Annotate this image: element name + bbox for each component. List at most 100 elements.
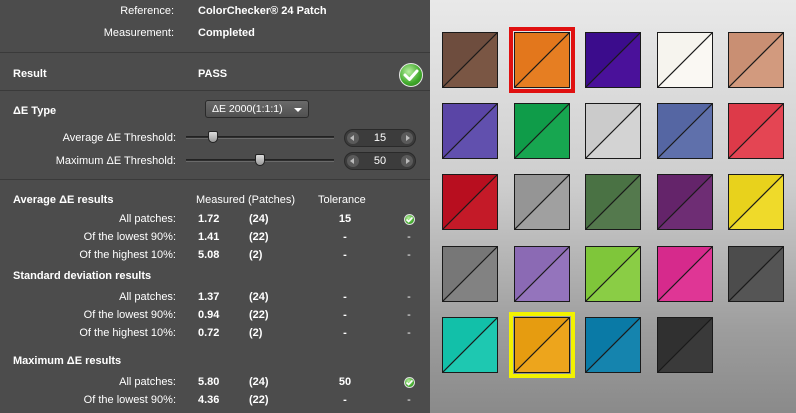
- status-check-icon: [404, 377, 415, 388]
- row-measured-value: 0.94: [198, 309, 220, 321]
- patch-diagonal: [586, 104, 640, 158]
- row-label: Of the lowest 90%:: [83, 231, 176, 243]
- max-threshold-value: 50: [373, 155, 387, 167]
- patch-diagonal: [586, 247, 640, 301]
- row-label: Of the lowest 90%:: [83, 309, 176, 321]
- increment-icon[interactable]: [401, 155, 413, 167]
- max-threshold-label: Maximum ΔE Threshold:: [55, 155, 176, 167]
- patch-diagonal: [729, 175, 783, 229]
- patch-diagonal: [658, 247, 712, 301]
- max-threshold-spinner[interactable]: 50: [344, 152, 416, 170]
- patch-diagonal: [515, 104, 569, 158]
- decrement-icon[interactable]: [347, 132, 359, 144]
- section-title: Standard deviation results: [13, 270, 152, 282]
- patch-diagonal: [658, 175, 712, 229]
- row-status: -: [407, 231, 411, 243]
- color-patch[interactable]: [514, 103, 570, 159]
- row-measured-value: 5.08: [198, 249, 220, 261]
- color-patch[interactable]: [728, 32, 784, 88]
- row-tolerance: -: [343, 291, 347, 303]
- divider: [0, 90, 430, 91]
- row-tolerance: -: [343, 249, 347, 261]
- color-patch[interactable]: [657, 317, 713, 373]
- results-panel: Reference: ColorChecker® 24 Patch Measur…: [0, 0, 430, 413]
- patch-diagonal: [515, 33, 569, 87]
- row-tolerance: 15: [338, 213, 352, 225]
- color-patch-grid: [430, 0, 796, 413]
- color-patch[interactable]: [442, 174, 498, 230]
- slider-thumb[interactable]: [255, 154, 265, 166]
- patch-diagonal: [729, 33, 783, 87]
- color-patch[interactable]: [514, 32, 570, 88]
- patch-diagonal: [515, 247, 569, 301]
- reference-label: Reference:: [120, 5, 174, 17]
- delta-e-type-dropdown[interactable]: ΔE 2000(1:1:1): [205, 100, 309, 118]
- patch-diagonal: [658, 33, 712, 87]
- color-patch[interactable]: [442, 103, 498, 159]
- measurement-label: Measurement:: [103, 27, 174, 39]
- color-patch[interactable]: [514, 317, 570, 373]
- color-patch[interactable]: [585, 32, 641, 88]
- row-tolerance: -: [343, 394, 347, 406]
- section-title: Average ΔE results: [13, 194, 114, 206]
- row-label: Of the lowest 90%:: [83, 394, 176, 406]
- patch-diagonal: [658, 318, 712, 372]
- divider: [0, 52, 430, 53]
- color-patch[interactable]: [442, 317, 498, 373]
- patch-diagonal: [443, 318, 497, 372]
- row-measured-value: 5.80: [198, 376, 220, 388]
- patch-diagonal: [729, 104, 783, 158]
- color-patch[interactable]: [442, 32, 498, 88]
- row-label: All patches:: [119, 291, 176, 303]
- row-label: All patches:: [119, 213, 176, 225]
- color-patch[interactable]: [657, 103, 713, 159]
- color-patch[interactable]: [585, 174, 641, 230]
- row-label: Of the highest 10%:: [79, 327, 176, 339]
- row-tolerance: 50: [338, 376, 352, 388]
- color-patch[interactable]: [514, 246, 570, 302]
- increment-icon[interactable]: [401, 132, 413, 144]
- patch-diagonal: [586, 318, 640, 372]
- row-measured-value: 1.41: [198, 231, 220, 243]
- row-measured-value: 1.72: [198, 213, 220, 225]
- result-label: Result: [13, 68, 47, 80]
- patch-diagonal: [443, 104, 497, 158]
- color-patch[interactable]: [585, 246, 641, 302]
- reference-value: ColorChecker® 24 Patch: [198, 5, 327, 17]
- patch-diagonal: [515, 318, 569, 372]
- row-patch-count: (22): [249, 231, 269, 243]
- row-status: -: [407, 394, 411, 406]
- delta-e-type-selected: ΔE 2000(1:1:1): [212, 103, 283, 115]
- row-tolerance: -: [343, 309, 347, 321]
- row-status: -: [407, 327, 411, 339]
- patch-diagonal: [515, 175, 569, 229]
- avg-threshold-value: 15: [373, 132, 387, 144]
- color-patch[interactable]: [585, 103, 641, 159]
- color-patch[interactable]: [728, 246, 784, 302]
- avg-threshold-spinner[interactable]: 15: [344, 129, 416, 147]
- row-label: All patches:: [119, 376, 176, 388]
- row-label: Of the highest 10%:: [79, 249, 176, 261]
- patch-diagonal: [443, 33, 497, 87]
- row-status: -: [407, 291, 411, 303]
- row-patch-count: (24): [249, 213, 269, 225]
- color-patch[interactable]: [728, 103, 784, 159]
- measured-column-header: Measured (Patches): [196, 194, 296, 206]
- color-patch[interactable]: [442, 246, 498, 302]
- color-patch[interactable]: [585, 317, 641, 373]
- color-patch[interactable]: [514, 174, 570, 230]
- avg-threshold-label: Average ΔE Threshold:: [62, 132, 176, 144]
- chevron-down-icon: [294, 108, 302, 112]
- color-patch[interactable]: [728, 174, 784, 230]
- decrement-icon[interactable]: [347, 155, 359, 167]
- slider-thumb[interactable]: [207, 131, 218, 143]
- result-value: PASS: [198, 68, 228, 80]
- patch-diagonal: [443, 175, 497, 229]
- row-measured-value: 1.37: [198, 291, 220, 303]
- row-measured-value: 4.36: [198, 394, 220, 406]
- section-title: Maximum ΔE results: [13, 355, 122, 367]
- divider: [0, 179, 430, 180]
- color-patch[interactable]: [657, 246, 713, 302]
- color-patch[interactable]: [657, 32, 713, 88]
- color-patch[interactable]: [657, 174, 713, 230]
